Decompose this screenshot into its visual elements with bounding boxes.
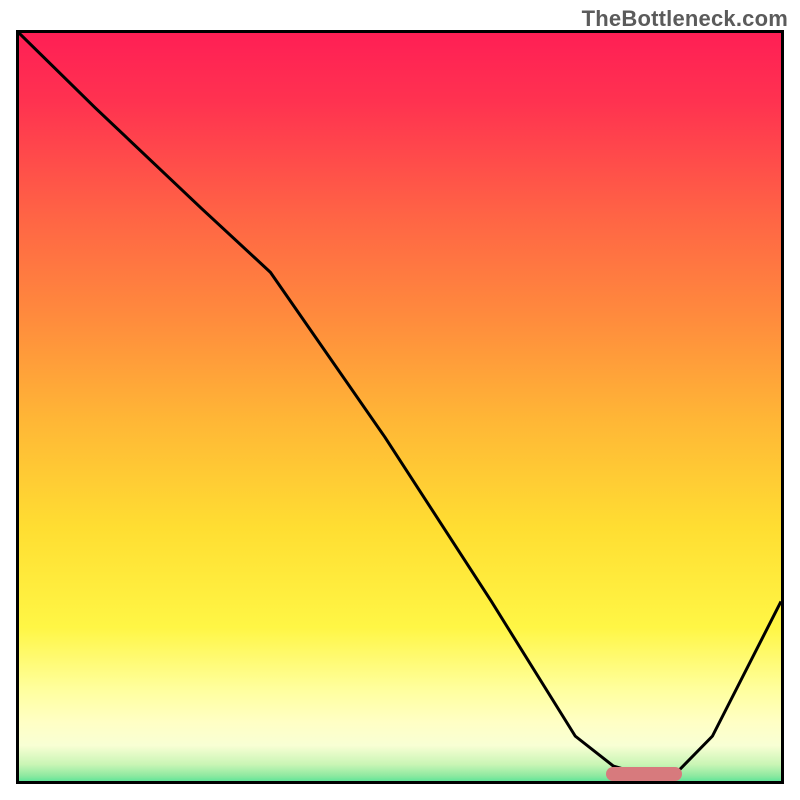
- plot-area: [16, 30, 784, 784]
- watermark-text: TheBottleneck.com: [582, 6, 788, 32]
- optimum-range-marker: [606, 767, 682, 781]
- chart-container: TheBottleneck.com: [0, 0, 800, 800]
- bottleneck-curve: [19, 33, 781, 781]
